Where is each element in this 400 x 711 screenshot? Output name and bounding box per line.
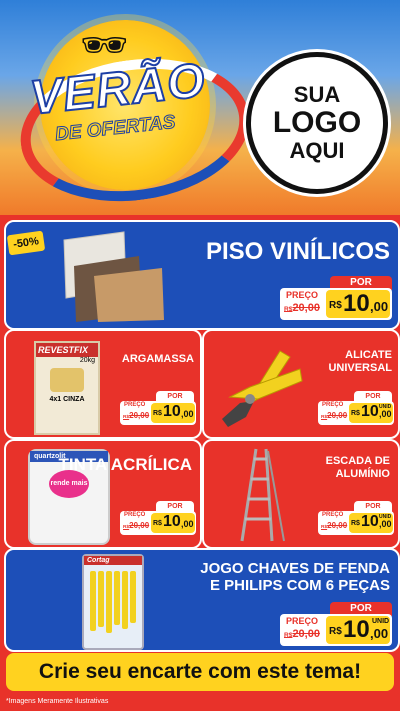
bag-weight: 20kg [79,357,95,364]
product-card-alicate[interactable]: ALICATE UNIVERSAL POR PREÇO R$20,00 R$ 1… [202,329,400,439]
preco-label: PREÇO [286,616,319,626]
product-name: JOGO CHAVES DE FENDA E PHILIPS COM 6 PEÇ… [200,560,390,595]
product-name: ESCADA DE ALUMÍNIO [325,455,390,480]
price-box: PREÇO R$20,00 R$ 10 ,00 UNID [318,511,394,535]
old-price: R$20,00 [321,411,348,420]
screwdriver-set-image: Cortag [82,554,144,650]
price-box: PREÇO R$20,00 R$ 10 ,00 UNID [318,401,394,425]
new-price: R$ 10 ,00 UNID [349,403,393,423]
tile-photo [50,368,84,392]
product-name: ALICATE UNIVERSAL [328,349,392,374]
logo-placeholder: SUA LOGO AQUI [246,52,388,194]
product-name: PISO VINÍLICOS [205,238,390,265]
price-box: PREÇO R$20,00 R$ 10 ,00 [120,511,196,535]
product-name: TINTA ACRÍLICA [58,455,192,474]
new-price: R$ 10 ,00 UNID [349,513,393,533]
screwdrivers [84,571,142,633]
brand-label: REVESTFIX [36,343,98,357]
product-card-argamassa[interactable]: REVESTFIX 20kg 4x1 CINZA ARGAMASSA POR P… [4,329,202,439]
old-price: R$20,00 [284,628,320,640]
new-price: R$ 10 ,00 [326,290,390,318]
header-banner: 🕶 VERÃO DE OFERTAS SUA LOGO AQUI [0,0,400,215]
price-box: PREÇO R$20,00 R$ 10 ,00 [280,288,392,320]
logo-text-3: AQUI [289,138,345,163]
preco-label: PREÇO [124,512,146,518]
product-card-escada[interactable]: ESCADA DE ALUMÍNIO POR PREÇO R$20,00 R$ … [202,439,400,549]
bag-variant: 4x1 CINZA [49,396,85,403]
brand-label: Cortag [84,556,142,565]
price-box: PREÇO R$20,00 R$ 10 ,00 UNID [280,614,392,646]
old-price: R$20,00 [123,411,150,420]
preco-label: PREÇO [286,290,319,300]
ladder-image [240,448,285,542]
preco-label: PREÇO [322,402,344,408]
old-price: R$20,00 [123,521,150,530]
preco-label: PREÇO [124,402,146,408]
product-card-piso[interactable]: PISO VINÍLICOS POR PREÇO R$20,00 R$ 10 ,… [4,220,400,330]
pliers-image [222,350,303,427]
old-price: R$20,00 [284,302,320,314]
preco-label: PREÇO [322,512,344,518]
old-price: R$20,00 [321,521,348,530]
new-price: R$ 10 ,00 [151,403,195,423]
product-card-chaves[interactable]: Cortag JOGO CHAVES DE FENDA E PHILIPS CO… [4,548,400,652]
disclaimer-note: *Imagens Meramente Ilustrativas [6,698,109,705]
new-price: R$ 10 ,00 [151,513,195,533]
logo-text-2: LOGO [272,106,362,139]
product-name: ARGAMASSA [121,353,194,365]
logo-text-1: SUA [293,82,341,107]
price-box: PREÇO R$20,00 R$ 10 ,00 [120,401,196,425]
product-card-tinta[interactable]: quartzolit rende mais TINTA ACRÍLICA POR… [4,439,202,549]
vinyl-floor-image [63,231,164,322]
new-price: R$ 10 ,00 UNID [326,616,390,644]
cta-button[interactable]: Crie seu encarte com este tema! [6,653,394,691]
mortar-bag-image: REVESTFIX 20kg 4x1 CINZA [34,341,100,435]
